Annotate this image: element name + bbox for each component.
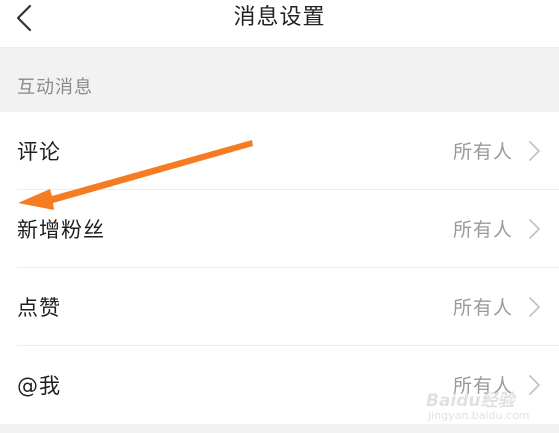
section-title: 互动消息 (17, 77, 93, 98)
page-title: 消息设置 (233, 5, 326, 30)
row-value: 所有人 (452, 219, 513, 241)
settings-row-comments[interactable]: 评论 所有人 (0, 112, 559, 190)
row-label: @我 (17, 374, 61, 398)
chevron-right-icon (528, 296, 542, 318)
bottom-separator (0, 424, 559, 433)
row-value: 所有人 (452, 297, 513, 319)
nav-bar: 消息设置 (0, 0, 559, 48)
row-label: 评论 (17, 140, 61, 164)
row-value: 所有人 (452, 375, 513, 397)
message-settings-screen: 消息设置 互动消息 评论 所有人 新增粉丝 所有人 点赞 所有人 @我 所有人 … (0, 0, 559, 433)
row-value: 所有人 (452, 141, 513, 163)
chevron-right-icon (528, 218, 542, 240)
settings-list: 评论 所有人 新增粉丝 所有人 点赞 所有人 @我 所有人 (0, 112, 559, 424)
settings-row-mentions[interactable]: @我 所有人 (0, 346, 559, 424)
settings-row-likes[interactable]: 点赞 所有人 (0, 268, 559, 346)
chevron-right-icon (528, 374, 542, 396)
settings-row-new-followers[interactable]: 新增粉丝 所有人 (0, 190, 559, 268)
chevron-right-icon (528, 140, 542, 162)
row-label: 点赞 (17, 296, 61, 320)
row-label: 新增粉丝 (17, 218, 105, 242)
